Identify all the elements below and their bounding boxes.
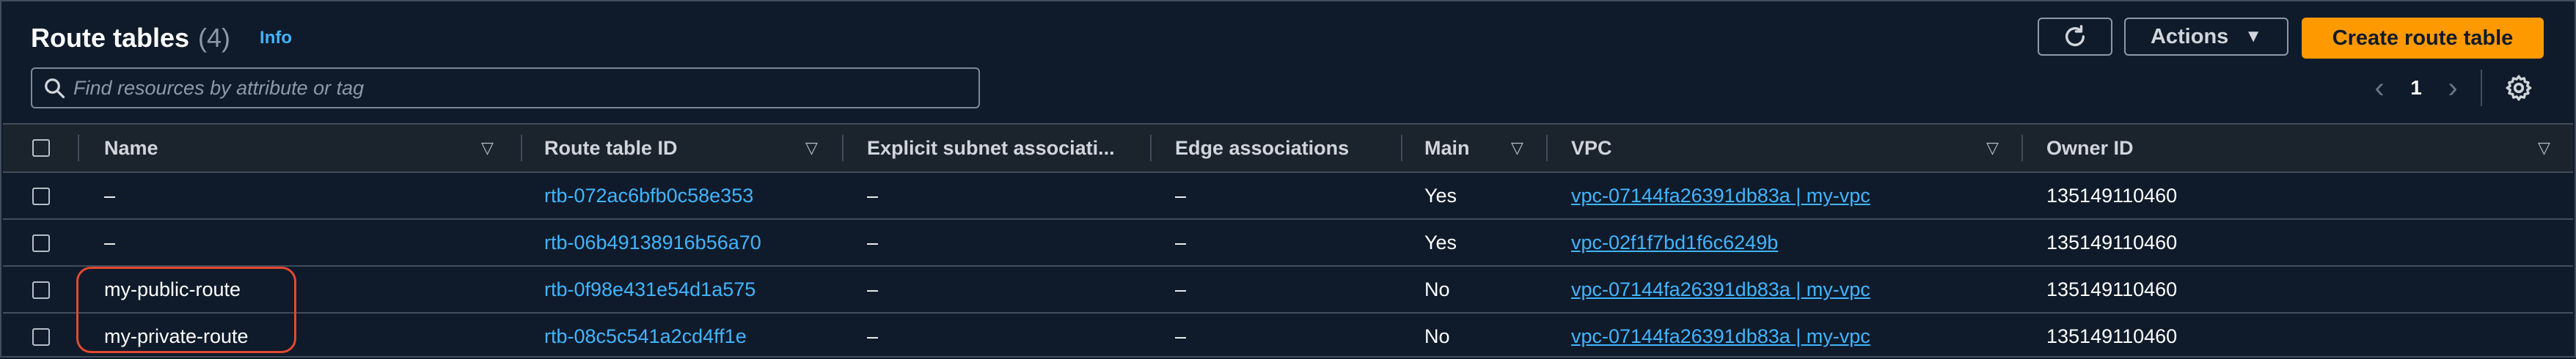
column-divider <box>521 135 522 161</box>
column-header-owner-id[interactable]: Owner ID <box>2046 137 2134 160</box>
refresh-icon <box>2065 25 2085 46</box>
chevron-left-icon[interactable]: ‹ <box>2365 72 2394 105</box>
row-checkbox[interactable] <box>32 328 50 346</box>
route-tables-panel: Route tables (4) Info Actions ▼ Create r… <box>0 0 2576 358</box>
cell-main: Yes <box>1424 184 1457 207</box>
row-checkbox[interactable] <box>32 188 50 205</box>
table-row[interactable]: my-public-route rtb-0f98e431e54d1a575 – … <box>3 265 2573 312</box>
column-header-explicit-subnet[interactable]: Explicit subnet associati... <box>867 137 1115 160</box>
row-checkbox[interactable] <box>32 234 50 252</box>
table-row[interactable]: – rtb-06b49138916b56a70 – – Yes vpc-02f1… <box>3 218 2573 265</box>
column-divider <box>78 135 79 161</box>
column-header-main[interactable]: Main <box>1424 137 1470 160</box>
column-divider <box>2021 135 2023 161</box>
cell-owner-id: 135149110460 <box>2046 184 2178 207</box>
pager-divider <box>2481 70 2482 106</box>
cell-main: No <box>1424 325 1450 347</box>
search-field[interactable] <box>31 67 980 108</box>
create-route-table-button[interactable]: Create route table <box>2302 18 2544 59</box>
cell-owner-id: 135149110460 <box>2046 325 2178 347</box>
cell-edge-associations: – <box>1175 184 1187 207</box>
search-input[interactable] <box>72 75 978 100</box>
cell-explicit-subnet: – <box>867 278 879 300</box>
sort-icon[interactable]: ▽ <box>1511 138 1523 158</box>
item-count: (4) <box>198 23 231 53</box>
cell-route-table-id[interactable]: rtb-08c5c541a2cd4ff1e <box>544 325 747 348</box>
cell-route-table-id[interactable]: rtb-072ac6bfb0c58e353 <box>544 185 753 207</box>
sort-icon[interactable]: ▽ <box>805 138 818 158</box>
cell-main: No <box>1424 278 1450 300</box>
cell-edge-associations: – <box>1175 325 1187 347</box>
table-row[interactable]: my-private-route rtb-08c5c541a2cd4ff1e –… <box>3 312 2573 359</box>
cell-owner-id: 135149110460 <box>2046 278 2178 300</box>
cell-edge-associations: – <box>1175 278 1187 300</box>
route-tables-table: Name ▽ Route table ID ▽ Explicit subnet … <box>3 123 2573 359</box>
cell-explicit-subnet: – <box>867 184 879 207</box>
refresh-button[interactable] <box>2038 18 2112 56</box>
page-title: Route tables <box>31 23 190 53</box>
table-row[interactable]: – rtb-072ac6bfb0c58e353 – – Yes vpc-0714… <box>3 171 2573 218</box>
caret-down-icon: ▼ <box>2244 26 2263 46</box>
cell-name: – <box>104 231 116 253</box>
column-divider <box>1150 135 1152 161</box>
select-all-checkbox[interactable] <box>32 139 50 157</box>
search-icon <box>37 77 72 99</box>
cell-main: Yes <box>1424 231 1457 253</box>
column-divider <box>842 135 844 161</box>
cell-explicit-subnet: – <box>867 325 879 347</box>
column-divider <box>1401 135 1402 161</box>
sort-icon[interactable]: ▽ <box>481 138 494 158</box>
pagination: ‹ 1 › <box>2365 69 2533 107</box>
column-header-edge-associations[interactable]: Edge associations <box>1175 137 1349 160</box>
cell-vpc[interactable]: vpc-07144fa26391db83a | my-vpc <box>1571 185 1870 207</box>
current-page[interactable]: 1 <box>2394 76 2438 100</box>
sort-icon[interactable]: ▽ <box>1986 138 1999 158</box>
cell-vpc[interactable]: vpc-07144fa26391db83a | my-vpc <box>1571 278 1870 301</box>
chevron-right-icon[interactable]: › <box>2438 72 2467 105</box>
table-header: Name ▽ Route table ID ▽ Explicit subnet … <box>3 123 2573 171</box>
sort-icon[interactable]: ▽ <box>2538 138 2550 158</box>
cell-name: – <box>104 184 116 207</box>
actions-button[interactable]: Actions ▼ <box>2124 18 2288 56</box>
cell-owner-id: 135149110460 <box>2046 231 2178 253</box>
cell-vpc[interactable]: vpc-02f1f7bd1f6c6249b <box>1571 232 1778 254</box>
actions-label: Actions <box>2150 24 2229 48</box>
row-checkbox[interactable] <box>32 281 50 299</box>
cell-route-table-id[interactable]: rtb-0f98e431e54d1a575 <box>544 278 755 301</box>
column-divider <box>1546 135 1548 161</box>
column-header-vpc[interactable]: VPC <box>1571 137 1612 160</box>
cell-vpc[interactable]: vpc-07144fa26391db83a | my-vpc <box>1571 325 1870 348</box>
annotation-highlight <box>76 267 296 353</box>
gear-icon[interactable] <box>2504 73 2533 103</box>
panel-header: Route tables (4) Info <box>31 19 292 57</box>
info-link[interactable]: Info <box>260 28 292 48</box>
cell-explicit-subnet: – <box>867 231 879 253</box>
column-header-name[interactable]: Name <box>104 137 158 160</box>
cell-edge-associations: – <box>1175 231 1187 253</box>
column-header-route-table-id[interactable]: Route table ID <box>544 137 678 160</box>
cell-route-table-id[interactable]: rtb-06b49138916b56a70 <box>544 232 761 254</box>
